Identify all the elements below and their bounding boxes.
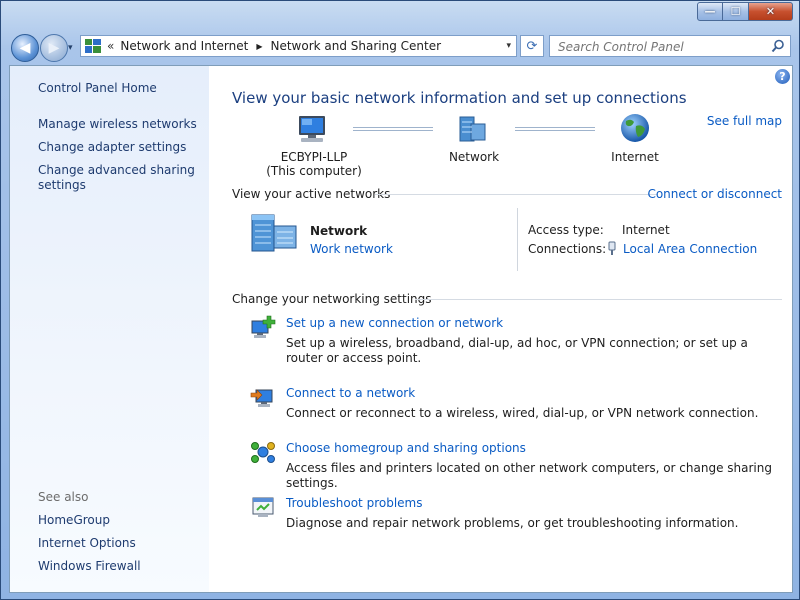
local-area-connection-link[interactable]: Local Area Connection <box>623 242 757 256</box>
sidebar-windows-firewall[interactable]: Windows Firewall <box>38 559 141 574</box>
connect-network-icon <box>250 389 273 407</box>
network-icon[interactable] <box>457 114 489 144</box>
connect-to-network-link[interactable]: Connect to a network <box>286 386 415 400</box>
help-icon[interactable]: ? <box>775 69 790 84</box>
divider <box>415 299 782 300</box>
map-computer-label: ECBYPI-LLP (This computer) <box>260 150 368 178</box>
task-pane: Control Panel Home Manage wireless netwo… <box>10 66 209 592</box>
sidebar-internet-options[interactable]: Internet Options <box>38 536 136 551</box>
window-controls: — ☐ ✕ <box>697 2 793 21</box>
active-network-name: Network <box>310 224 368 238</box>
address-overflow-chevron[interactable]: « <box>107 39 114 53</box>
forward-button[interactable]: ▶ <box>40 34 68 62</box>
minimize-button[interactable]: — <box>697 2 723 21</box>
sidebar-control-panel-home[interactable]: Control Panel Home <box>38 81 157 96</box>
see-also-label: See also <box>38 490 89 504</box>
active-networks-header: View your active networks <box>232 187 391 201</box>
breadcrumb-separator-icon[interactable]: ▶ <box>256 42 262 51</box>
work-network-icon <box>251 214 297 252</box>
setup-connection-link[interactable]: Set up a new connection or network <box>286 316 503 330</box>
troubleshoot-icon <box>252 497 274 517</box>
title-bar[interactable]: — ☐ ✕ <box>1 1 799 31</box>
search-box[interactable] <box>549 35 791 57</box>
back-button[interactable]: ◀ <box>11 34 39 62</box>
close-button[interactable]: ✕ <box>749 2 793 21</box>
main-panel: ? View your basic network information an… <box>209 66 792 592</box>
computer-name: ECBYPI-LLP <box>280 150 348 164</box>
breadcrumb-network-and-sharing-center[interactable]: Network and Sharing Center <box>270 39 441 53</box>
window: — ☐ ✕ ◀ ▶ ▾ « Network and Internet ▶ Net… <box>0 0 800 600</box>
breadcrumb-network-and-internet[interactable]: Network and Internet <box>120 39 248 53</box>
access-type-value: Internet <box>622 223 670 237</box>
content-area: Control Panel Home Manage wireless netwo… <box>9 65 793 593</box>
network-type-link[interactable]: Work network <box>310 242 393 256</box>
arrow-right-icon: ▶ <box>48 40 60 56</box>
map-connector <box>353 127 433 131</box>
sidebar-advanced-sharing[interactable]: Change advanced sharing settings <box>38 163 198 193</box>
map-internet-label: Internet <box>611 150 659 164</box>
computer-icon[interactable] <box>295 114 329 144</box>
new-connection-icon <box>251 315 276 338</box>
connections-label: Connections: <box>528 242 607 256</box>
homegroup-sharing-description: Access files and printers located on oth… <box>286 461 772 490</box>
see-full-map-link[interactable]: See full map <box>707 114 782 128</box>
connect-or-disconnect-link[interactable]: Connect or disconnect <box>647 187 782 201</box>
arrow-left-icon: ◀ <box>19 40 31 56</box>
troubleshoot-description: Diagnose and repair network problems, or… <box>286 516 739 530</box>
connect-to-network-description: Connect or reconnect to a wireless, wire… <box>286 406 759 420</box>
refresh-icon: ⟳ <box>526 38 538 54</box>
troubleshoot-link[interactable]: Troubleshoot problems <box>286 496 422 510</box>
maximize-button[interactable]: ☐ <box>723 2 749 21</box>
computer-subtitle: (This computer) <box>266 164 362 178</box>
globe-icon[interactable] <box>619 112 651 144</box>
sidebar-manage-wireless[interactable]: Manage wireless networks <box>38 117 197 132</box>
search-icon[interactable] <box>771 39 785 53</box>
page-title: View your basic network information and … <box>232 89 687 107</box>
ethernet-icon <box>608 241 616 255</box>
homegroup-sharing-link[interactable]: Choose homegroup and sharing options <box>286 441 526 455</box>
divider <box>375 194 658 195</box>
sidebar-homegroup[interactable]: HomeGroup <box>38 513 110 528</box>
sidebar-change-adapter[interactable]: Change adapter settings <box>38 140 186 155</box>
map-network-label: Network <box>448 150 500 164</box>
control-panel-icon <box>85 39 101 53</box>
address-bar[interactable]: « Network and Internet ▶ Network and Sha… <box>80 35 517 57</box>
access-type-label: Access type: <box>528 223 604 237</box>
map-connector <box>515 127 595 131</box>
address-dropdown-icon[interactable]: ▾ <box>506 41 511 51</box>
divider <box>517 208 518 271</box>
search-input[interactable] <box>556 39 770 55</box>
navigation-bar: ◀ ▶ ▾ « Network and Internet ▶ Network a… <box>1 31 799 65</box>
recent-pages-dropdown[interactable]: ▾ <box>68 43 73 53</box>
change-settings-header: Change your networking settings <box>232 292 432 306</box>
setup-connection-description: Set up a wireless, broadband, dial-up, a… <box>286 336 748 365</box>
homegroup-icon <box>251 442 275 463</box>
refresh-button[interactable]: ⟳ <box>520 35 544 57</box>
